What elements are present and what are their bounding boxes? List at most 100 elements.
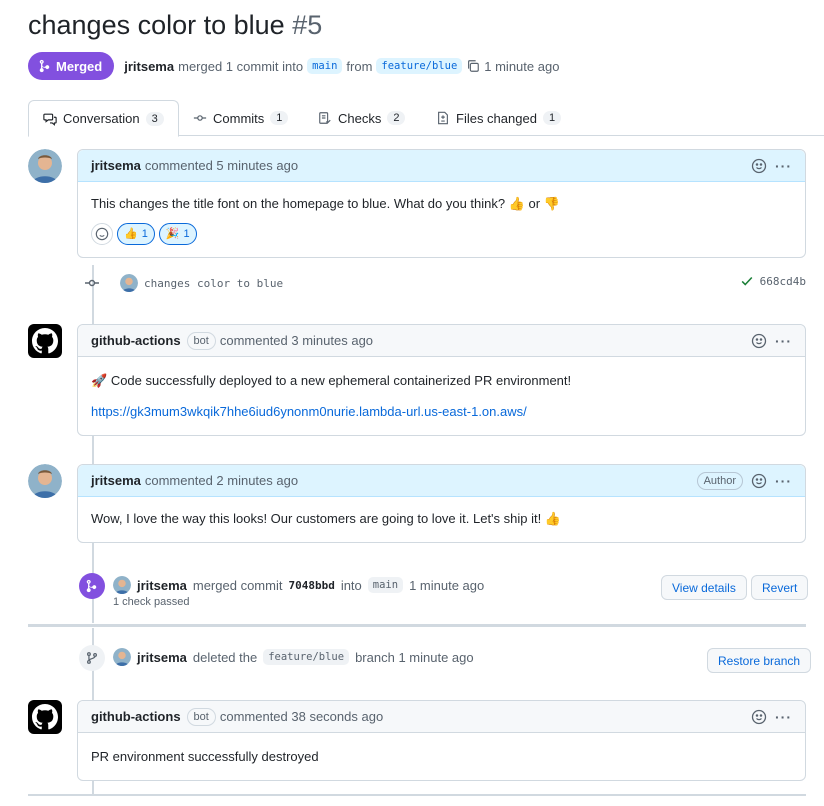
tab-commits[interactable]: Commits 1 [193,100,289,136]
smiley-icon [95,227,109,241]
avatar[interactable] [28,149,62,183]
thumbs-up-icon: 👍 [508,196,525,211]
merged-badge: Merged [28,52,115,80]
delete-event-suffix: branch 1 minute ago [355,649,474,665]
comment-meta[interactable]: commented 3 minutes ago [220,333,373,348]
tab-conversation-count: 3 [145,111,164,126]
tab-checks[interactable]: Checks 2 [318,100,406,136]
tab-files-changed[interactable]: Files changed 1 [436,100,562,136]
kebab-menu-icon[interactable]: ··· [775,158,792,174]
commit-icon [193,115,207,121]
bot-label: bot [186,331,216,350]
delete-avatar[interactable] [113,648,131,666]
from-text: from [346,58,373,74]
tab-commits-count: 1 [270,111,289,125]
delete-branch-event: jritsema deleted the feature/blue branch… [113,648,474,666]
comment-body: This changes the title font on the homep… [78,182,805,257]
base-branch[interactable]: main [307,58,343,74]
branch-event-badge [79,645,105,671]
merge-text: merged 1 commit into [178,58,304,74]
comment-discussion-icon [43,113,57,126]
github-actions-avatar[interactable] [28,700,62,734]
commit-event: changes color to blue [84,274,283,292]
thumbs-down-icon: 👎 [543,196,560,211]
comment-author[interactable]: github-actions [91,709,181,724]
pr-tabs: Conversation 3 Commits 1 Checks 2 Files … [28,100,824,137]
commit-message[interactable]: changes color to blue [144,277,283,290]
github-logo-icon [32,704,58,730]
timeline-line [92,779,94,795]
reaction-thumbs-up[interactable]: 👍 1 [117,223,155,245]
head-branch[interactable]: feature/blue [376,58,463,74]
comment-author[interactable]: jritsema [91,473,141,488]
smiley-icon[interactable] [751,709,767,725]
merge-event: jritsema merged commit 7048bbd into main… [113,576,484,594]
tab-conversation[interactable]: Conversation 3 [28,100,179,137]
merge-event-badge [79,573,105,599]
merge-author-link[interactable]: jritsema [124,59,174,74]
github-logo-icon [32,328,58,354]
commit-icon [85,279,99,287]
checks-passed-text[interactable]: 1 check passed [113,596,189,608]
tab-files-label: Files changed [456,110,537,126]
rocket-icon: 🚀 [91,373,108,388]
revert-button[interactable]: Revert [751,575,809,600]
timeline-line [92,435,94,465]
check-icon[interactable] [740,274,754,288]
avatar[interactable] [28,464,62,498]
pr-number: #5 [292,10,323,40]
tab-files-count: 1 [542,111,562,125]
comment-body: PR environment successfully destroyed [78,733,805,780]
smiley-icon[interactable] [751,333,767,349]
comment-text: PR environment successfully destroyed [91,749,319,764]
delete-event-text: deleted the [192,649,258,665]
kebab-menu-icon[interactable]: ··· [775,333,792,349]
view-details-button[interactable]: View details [661,575,747,600]
file-diff-icon [438,111,448,125]
merge-icon [39,59,50,73]
reaction-count: 1 [183,228,190,240]
comment-meta[interactable]: commented 5 minutes ago [145,158,298,173]
merge-event-author[interactable]: jritsema [137,578,187,593]
delete-event-author[interactable]: jritsema [137,650,187,665]
commit-avatar[interactable] [120,274,138,292]
merge-event-text: merged commit [192,577,283,593]
kebab-menu-icon[interactable]: ··· [775,709,792,725]
deleted-branch: feature/blue [263,649,350,665]
comment-card: jritsema commented 5 minutes ago ··· Thi… [77,149,806,258]
comment-author[interactable]: jritsema [91,158,141,173]
comment-header: github-actions bot commented 38 seconds … [78,701,805,733]
kebab-menu-icon[interactable]: ··· [775,473,792,489]
comment-author[interactable]: github-actions [91,333,181,348]
smiley-icon[interactable] [751,473,767,489]
copy-icon[interactable] [466,59,480,73]
comment-text: Code successfully deployed to a new ephe… [110,373,572,388]
comment-or: or [528,196,541,211]
comment-text: This changes the title font on the homep… [91,196,506,211]
smiley-icon[interactable] [751,158,767,174]
comment-card: jritsema commented 2 minutes ago Author … [77,464,806,543]
github-actions-avatar[interactable] [28,324,62,358]
pr-state-row: Merged jritsema merged 1 commit into mai… [28,52,559,80]
checks-status[interactable]: 1 check passed [113,596,189,608]
reaction-tada[interactable]: 🎉 1 [158,223,197,245]
timeline-divider [28,624,806,627]
merge-event-time[interactable]: 1 minute ago [409,578,484,593]
timeline-divider [28,794,806,796]
deploy-link[interactable]: https://gk3mum3wkqik7hhe6iud6ynonm0nurie… [91,404,527,419]
add-reaction-button[interactable] [91,223,113,245]
merge-summary: jritsema merged 1 commit into main from … [124,58,559,74]
commit-sha[interactable]: 668cd4b [760,275,806,288]
comment-meta[interactable]: commented 2 minutes ago [145,473,298,488]
thumbs-up-icon: 👍 [544,511,562,526]
tab-conversation-label: Conversation [63,111,140,126]
merge-avatar[interactable] [113,576,131,594]
merge-commit-sha[interactable]: 7048bbd [288,579,334,592]
comment-header: jritsema commented 2 minutes ago Author … [78,465,805,497]
merge-into: into [340,577,362,593]
comment-meta[interactable]: commented 38 seconds ago [220,709,383,724]
reactions-row: 👍 1 🎉 1 [91,223,792,245]
restore-branch-button[interactable]: Restore branch [707,648,812,673]
merge-target-branch[interactable]: main [367,577,404,593]
tab-commits-label: Commits [213,110,265,126]
